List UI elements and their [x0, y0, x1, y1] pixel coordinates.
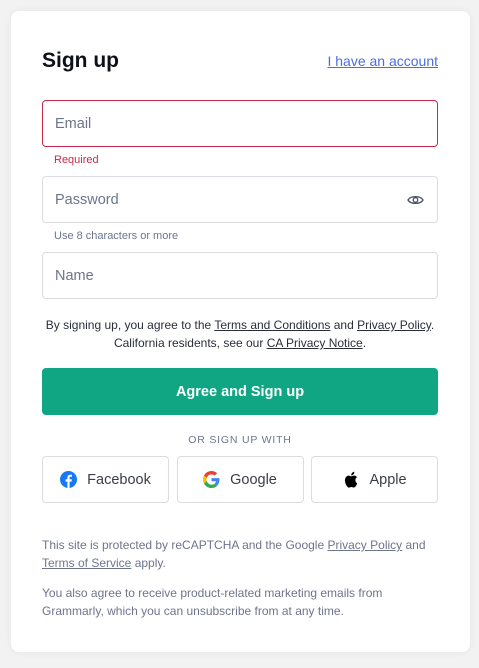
social-divider-text: OR SIGN UP WITH [188, 434, 292, 446]
name-field[interactable] [42, 252, 438, 299]
apple-icon [342, 471, 359, 488]
password-input[interactable] [55, 191, 405, 208]
privacy-policy-link[interactable]: Privacy Policy [357, 318, 431, 332]
google-terms-of-service-link[interactable]: Terms of Service [42, 556, 131, 570]
terms-conditions-link[interactable]: Terms and Conditions [214, 318, 330, 332]
email-input[interactable] [55, 115, 425, 132]
terms-and: and [330, 318, 358, 332]
terms-prefix: By signing up, you agree to the [45, 318, 215, 332]
ca-privacy-notice-link[interactable]: CA Privacy Notice [267, 336, 363, 350]
recaptcha-suffix: apply. [131, 556, 166, 570]
password-hint-text: Use 8 characters or more [54, 230, 179, 242]
social-buttons: Facebook Google Apple [42, 456, 438, 503]
password-field[interactable] [42, 176, 438, 223]
google-label: Google [230, 471, 277, 488]
marketing-notice: You also agree to receive product-relate… [42, 586, 383, 618]
email-field[interactable] [42, 100, 438, 147]
eye-icon[interactable] [405, 190, 425, 210]
email-error-text: Required [54, 154, 99, 166]
apple-button[interactable]: Apple [311, 456, 438, 503]
google-icon [203, 471, 220, 488]
recaptcha-and: and [402, 538, 426, 552]
terms-text: By signing up, you agree to the Terms an… [42, 316, 438, 352]
agree-signup-button[interactable]: Agree and Sign up [42, 368, 438, 415]
google-button[interactable]: Google [176, 456, 304, 503]
signup-card: Sign up I have an account Required Use 8… [11, 11, 470, 652]
terms-suffix: . [362, 336, 367, 350]
google-privacy-policy-link[interactable]: Privacy Policy [327, 538, 402, 552]
page-title: Sign up [42, 49, 119, 72]
facebook-icon [60, 471, 78, 488]
apple-label: Apple [369, 471, 407, 488]
header: Sign up I have an account [42, 47, 438, 75]
have-account-link[interactable]: I have an account [327, 53, 438, 69]
name-input[interactable] [55, 267, 425, 284]
facebook-label: Facebook [87, 471, 151, 488]
recaptcha-prefix: This site is protected by reCAPTCHA and … [42, 538, 328, 552]
facebook-button[interactable]: Facebook [42, 456, 169, 503]
recaptcha-notice: This site is protected by reCAPTCHA and … [42, 536, 438, 572]
